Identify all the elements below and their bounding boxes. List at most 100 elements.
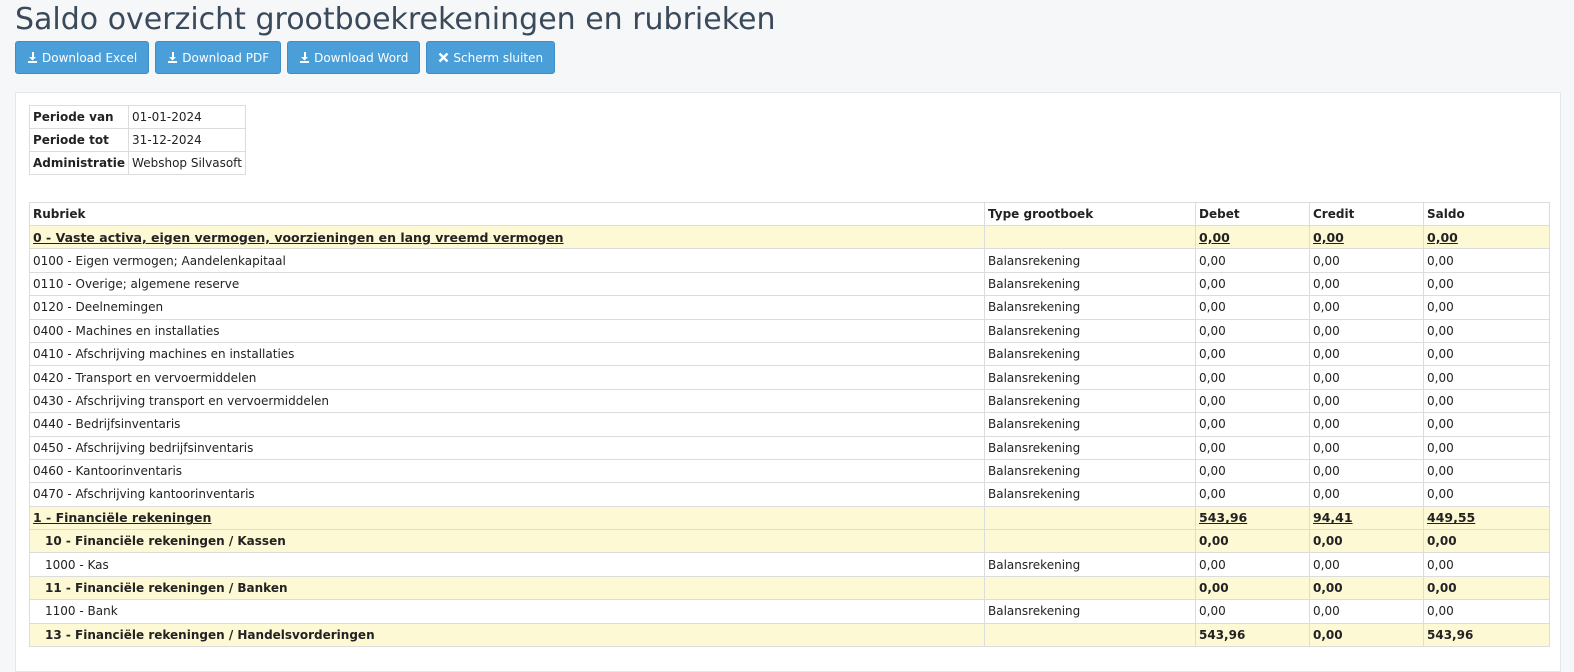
download-word-button[interactable]: Download Word <box>287 41 421 74</box>
type-cell: Balansrekening <box>984 412 1196 437</box>
saldo-cell: 0,00 <box>1423 599 1550 624</box>
report-meta-table: Periode van 01-01-2024 Periode tot 31-12-20… <box>28 105 246 175</box>
toolbar: Download Excel Download PDF Download Wor… <box>15 41 556 74</box>
debet-cell: 0,00 <box>1195 599 1310 624</box>
saldo-cell: 0,00 <box>1423 271 1550 297</box>
saldo-cell: 0,00 <box>1423 458 1550 484</box>
account-row: 0450 - Afschrijving bedrijfsinventaris Ba… <box>29 435 1550 460</box>
rubric-row: 1 - Financiële rekeningen 543,96 94,41 449,… <box>29 505 1550 531</box>
type-cell: Balansrekening <box>984 552 1196 577</box>
credit-cell: 94,41 <box>1309 505 1424 531</box>
credit-cell: 0,00 <box>1309 248 1424 273</box>
type-cell: Balansrekening <box>984 248 1196 273</box>
type-cell: Balansrekening <box>984 295 1196 320</box>
type-cell <box>984 529 1196 554</box>
type-cell <box>984 224 1196 250</box>
rubric-row: 0 - Vaste activa, eigen vermogen, voorzi… <box>29 224 1550 250</box>
type-cell: Balansrekening <box>984 341 1196 367</box>
credit-cell: 0,00 <box>1309 412 1424 437</box>
saldo-cell: 0,00 <box>1423 341 1550 367</box>
account-row: 1000 - Kas Balansrekening 0,00 0,00 0,00 <box>29 552 1550 577</box>
saldo-cell: 0,00 <box>1423 248 1550 273</box>
credit-cell: 0,00 <box>1309 318 1424 343</box>
download-pdf-label: Download PDF <box>182 50 270 65</box>
meta-value: 31-12-2024 <box>128 128 246 152</box>
credit-cell: 0,00 <box>1309 575 1424 601</box>
type-cell <box>984 575 1196 601</box>
rubriek-cell: 1100 - Bank <box>29 599 985 624</box>
type-cell <box>984 622 1196 648</box>
credit-cell: 0,00 <box>1309 388 1424 414</box>
meta-label: Periode tot <box>28 128 130 152</box>
credit-cell: 0,00 <box>1309 435 1424 460</box>
debet-cell: 0,00 <box>1195 248 1310 273</box>
account-row: 0430 - Afschrijving transport en vervoer… <box>29 388 1550 414</box>
rubric-row: 10 - Financiële rekeningen / Kassen 0,00 0… <box>29 529 1550 554</box>
saldo-cell: 0,00 <box>1423 224 1550 250</box>
type-cell: Balansrekening <box>984 435 1196 460</box>
credit-cell: 0,00 <box>1309 458 1424 484</box>
credit-cell: 0,00 <box>1309 552 1424 577</box>
meta-row: Administratie Webshop Silvasoft <box>28 151 246 175</box>
debet-cell: 543,96 <box>1195 622 1310 648</box>
saldo-cell: 543,96 <box>1423 622 1550 648</box>
debet-cell: 0,00 <box>1195 435 1310 460</box>
debet-cell: 0,00 <box>1195 412 1310 437</box>
rubriek-cell: 1 - Financiële rekeningen <box>29 505 985 531</box>
col-header-saldo: Saldo <box>1423 202 1550 226</box>
saldo-cell: 0,00 <box>1423 529 1550 554</box>
rubriek-cell: 0120 - Deelnemingen <box>29 295 985 320</box>
page-title: Saldo overzicht grootboekrekeningen en r… <box>15 2 776 37</box>
saldo-cell: 0,00 <box>1423 295 1550 320</box>
debet-cell: 0,00 <box>1195 295 1310 320</box>
debet-cell: 0,00 <box>1195 365 1310 390</box>
credit-cell: 0,00 <box>1309 529 1424 554</box>
rubriek-cell: 0 - Vaste activa, eigen vermogen, voorzi… <box>29 224 985 250</box>
rubriek-cell: 0400 - Machines en installaties <box>29 318 985 343</box>
credit-cell: 0,00 <box>1309 622 1424 648</box>
download-pdf-button[interactable]: Download PDF <box>155 41 282 74</box>
credit-cell: 0,00 <box>1309 482 1424 507</box>
credit-cell: 0,00 <box>1309 365 1424 390</box>
rubriek-cell: 0450 - Afschrijving bedrijfsinventaris <box>29 435 985 460</box>
type-cell: Balansrekening <box>984 458 1196 484</box>
col-header-rubriek: Rubriek <box>29 202 985 226</box>
type-cell: Balansrekening <box>984 482 1196 507</box>
close-screen-button[interactable]: Scherm sluiten <box>426 41 556 74</box>
saldo-cell: 449,55 <box>1423 505 1550 531</box>
account-row: 1100 - Bank Balansrekening 0,00 0,00 0,00 <box>29 599 1550 624</box>
account-row: 0460 - Kantoorinventaris Balansrekening 0,… <box>29 458 1550 484</box>
rubric-row: 13 - Financiële rekeningen / Handelsvord… <box>29 622 1550 648</box>
download-excel-label: Download Excel <box>42 50 138 65</box>
account-row: 0470 - Afschrijving kantoorinventaris Bal… <box>29 482 1550 507</box>
rubriek-cell: 0430 - Afschrijving transport en vervoer… <box>29 388 985 414</box>
meta-row: Periode van 01-01-2024 <box>28 105 246 129</box>
rubric-row: 11 - Financiële rekeningen / Banken 0,00 0… <box>29 575 1550 601</box>
credit-cell: 0,00 <box>1309 599 1424 624</box>
debet-cell: 0,00 <box>1195 341 1310 367</box>
type-cell: Balansrekening <box>984 388 1196 414</box>
col-header-credit: Credit <box>1309 202 1424 226</box>
rubriek-cell: 1000 - Kas <box>29 552 985 577</box>
debet-cell: 543,96 <box>1195 505 1310 531</box>
saldo-cell: 0,00 <box>1423 482 1550 507</box>
col-header-debet: Debet <box>1195 202 1310 226</box>
saldo-cell: 0,00 <box>1423 552 1550 577</box>
download-excel-button[interactable]: Download Excel <box>15 41 150 74</box>
debet-cell: 0,00 <box>1195 388 1310 414</box>
close-screen-label: Scherm sluiten <box>453 50 544 65</box>
debet-cell: 0,00 <box>1195 575 1310 601</box>
account-row: 0420 - Transport en vervoermiddelen Balan… <box>29 365 1550 390</box>
debet-cell: 0,00 <box>1195 529 1310 554</box>
type-cell: Balansrekening <box>984 271 1196 297</box>
type-cell: Balansrekening <box>984 318 1196 343</box>
report-panel: Periode van 01-01-2024 Periode tot 31-12-20… <box>15 92 1561 672</box>
rubriek-cell: 13 - Financiële rekeningen / Handelsvord… <box>29 622 985 648</box>
account-row: 0440 - Bedrijfsinventaris Balansrekening 0… <box>29 412 1550 437</box>
meta-label: Periode van <box>28 105 130 129</box>
type-cell: Balansrekening <box>984 599 1196 624</box>
download-icon <box>27 52 38 63</box>
saldo-cell: 0,00 <box>1423 318 1550 343</box>
rubriek-cell: 11 - Financiële rekeningen / Banken <box>29 575 985 601</box>
debet-cell: 0,00 <box>1195 271 1310 297</box>
